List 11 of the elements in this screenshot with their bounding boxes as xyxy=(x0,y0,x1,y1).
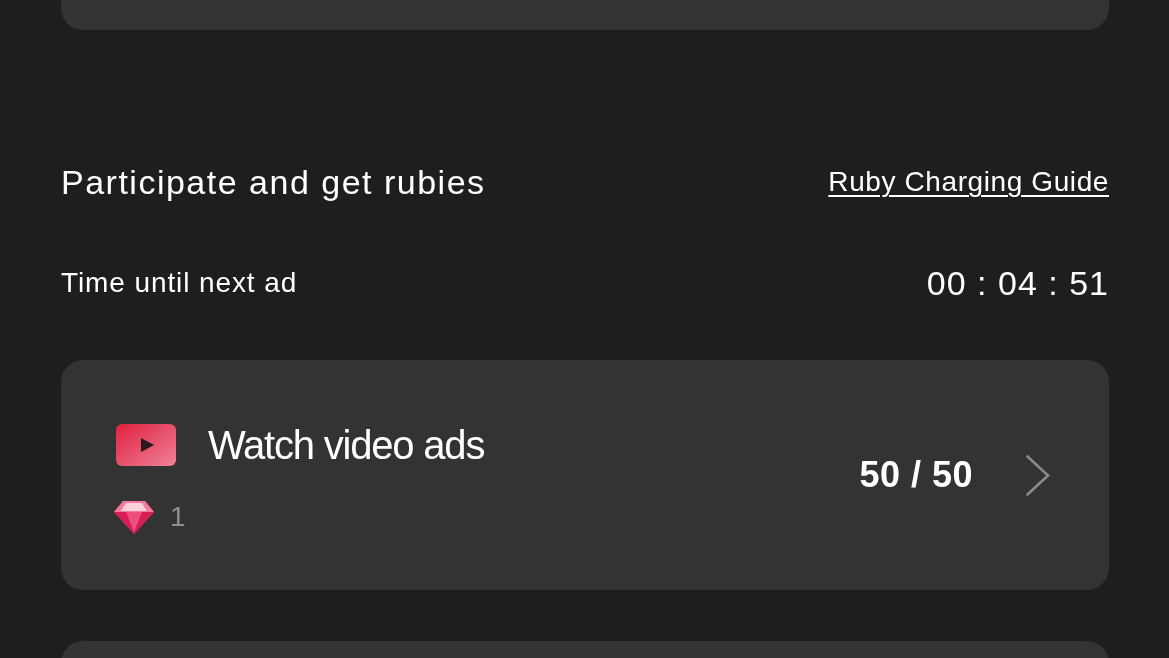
guide-link[interactable]: Ruby Charging Guide xyxy=(828,165,1109,199)
ruby-gem-icon xyxy=(114,500,154,534)
progress-count: 50 / 50 xyxy=(859,454,973,496)
timer-label: Time until next ad xyxy=(61,266,298,300)
section-title: Participate and get rubies xyxy=(61,162,486,202)
countdown-timer: 00 : 04 : 51 xyxy=(926,263,1109,303)
task-card[interactable]: Watch video ads 1 50 / 50 xyxy=(61,360,1109,590)
task-title: Watch video ads xyxy=(208,422,485,468)
video-play-icon xyxy=(116,424,176,466)
chevron-right-icon xyxy=(1026,454,1050,496)
reward-count: 1 xyxy=(170,500,186,534)
